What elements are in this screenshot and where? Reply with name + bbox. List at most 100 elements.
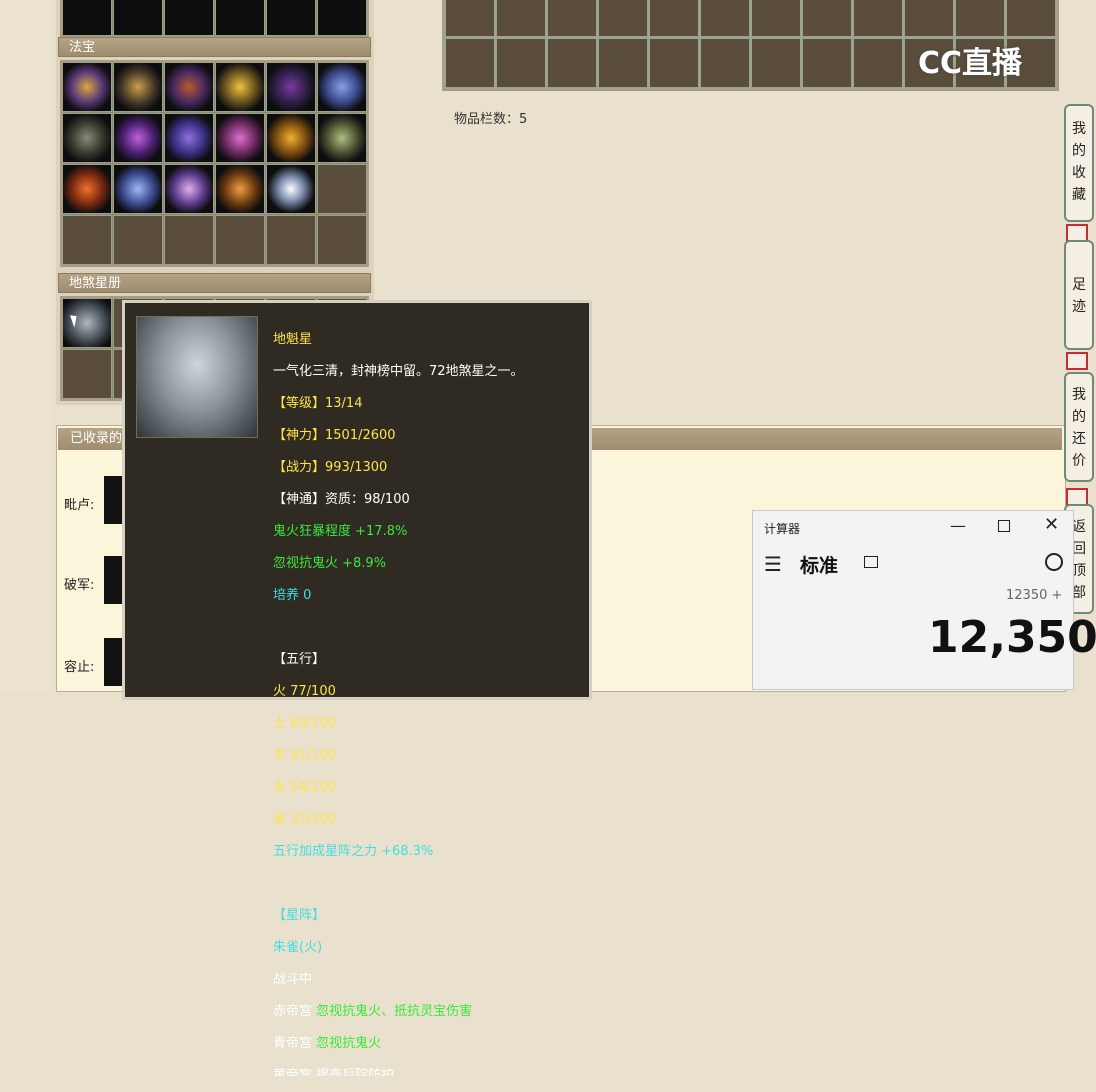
hamburger-menu-icon[interactable]: ☰ [764, 552, 782, 576]
item-slot[interactable] [62, 0, 112, 36]
inventory-slot[interactable] [802, 38, 852, 88]
side-tab-bargain[interactable]: 我的还价 [1064, 372, 1094, 482]
tooltip-desc: 一气化三清，封神榜中留。72地煞星之一。 [273, 364, 524, 379]
fabao-slot[interactable] [113, 164, 163, 214]
item-slot[interactable] [113, 0, 163, 36]
fabao-slot[interactable] [164, 113, 214, 163]
inventory-slot[interactable] [496, 0, 546, 37]
inventory-slot[interactable] [700, 38, 750, 88]
fabao-slot-empty[interactable] [164, 215, 214, 265]
tooltip-name: 地魁星 [273, 332, 313, 347]
calculator-display: 12,350 [928, 612, 1096, 663]
inventory-slot[interactable] [598, 0, 648, 37]
fabao-slot-empty[interactable] [317, 164, 367, 214]
side-tab-label: 我的收藏 [1072, 121, 1086, 203]
fabao-slot[interactable] [266, 62, 316, 112]
inventory-slot[interactable] [496, 38, 546, 88]
fabao-slot[interactable] [215, 164, 265, 214]
palace-partial: 黄帝宫 提高后院防护 [273, 1068, 395, 1076]
side-tab-favorites[interactable]: 我的收藏 [1064, 104, 1094, 222]
palace-effect: 忽视抗鬼火 [316, 1036, 382, 1051]
tooltip-shentong: 【神通】资质：98/100 [273, 492, 410, 507]
fabao-slot-empty[interactable] [113, 215, 163, 265]
inventory-slot[interactable] [751, 0, 801, 37]
wuxing-title: 【五行】 [273, 652, 326, 667]
side-tab-label: 足迹 [1072, 277, 1086, 315]
inventory-slot[interactable] [598, 38, 648, 88]
inventory-slot[interactable] [649, 0, 699, 37]
maximize-icon[interactable] [998, 520, 1010, 532]
fabao-slot[interactable] [62, 62, 112, 112]
fabao-slot[interactable] [215, 62, 265, 112]
calculator-mode: 标准 [800, 555, 839, 577]
fabao-grid [60, 60, 369, 267]
fabao-slot-empty[interactable] [215, 215, 265, 265]
left-margin [0, 0, 52, 690]
collected-row-label: 容止: [64, 660, 95, 675]
item-slot[interactable] [317, 0, 367, 36]
wuxing-fire: 火 77/100 [273, 684, 336, 699]
calculator-title: 计算器 [764, 522, 801, 536]
xingzhen-title: 【星阵】 [273, 908, 326, 923]
inventory-slot[interactable] [700, 0, 750, 37]
cc-live-watermark: CC直播 [918, 46, 1023, 81]
inventory-slot[interactable] [649, 38, 699, 88]
wuxing-water: 水 54/100 [273, 780, 336, 795]
inventory-slot[interactable] [955, 0, 1005, 37]
inventory-slot[interactable] [853, 38, 903, 88]
collected-row-label: 毗卢: [64, 498, 95, 513]
fabao-slot[interactable] [62, 164, 112, 214]
disha-card-slot[interactable] [62, 298, 112, 348]
minimize-icon[interactable]: — [950, 516, 966, 535]
inventory-slot[interactable] [445, 0, 495, 37]
fabao-slot[interactable] [113, 113, 163, 163]
fabao-slot-empty[interactable] [266, 215, 316, 265]
fabao-slot[interactable] [164, 164, 214, 214]
fabao-slot-empty[interactable] [317, 215, 367, 265]
side-tab-footprint[interactable]: 足迹 [1064, 240, 1094, 350]
history-icon[interactable] [1045, 553, 1063, 571]
fabao-slot[interactable] [266, 113, 316, 163]
wuxing-metal: 金 32/100 [273, 812, 336, 827]
side-tab-label: 我的还价 [1072, 387, 1086, 469]
item-slot[interactable] [164, 0, 214, 36]
item-slot[interactable] [215, 0, 265, 36]
inventory-slot[interactable] [904, 0, 954, 37]
collected-row-thumb[interactable] [104, 556, 124, 604]
fabao-section-title: 法宝 [58, 37, 371, 57]
inventory-slot[interactable] [547, 0, 597, 37]
tooltip-text: 地魁星 一气化三清，封神榜中留。72地煞星之一。 【等级】13/14 【神力】1… [273, 316, 524, 1092]
disha-slot[interactable] [62, 349, 112, 399]
tooltip-bonus: 忽视抗鬼火 +8.9% [273, 556, 387, 571]
wuxing-bonus: 五行加成星阵之力 +68.3% [273, 844, 434, 859]
fabao-slot[interactable] [113, 62, 163, 112]
fabao-slot[interactable] [164, 62, 214, 112]
wuxing-wood: 木 91/100 [273, 748, 336, 763]
disha-section-title: 地煞星册 [58, 273, 371, 293]
close-icon[interactable]: ✕ [1044, 514, 1059, 535]
fabao-slot[interactable] [62, 113, 112, 163]
inventory-slot[interactable] [751, 38, 801, 88]
inventory-slot[interactable] [802, 0, 852, 37]
palace-name: 赤帝宫 [273, 1004, 313, 1019]
inventory-slot[interactable] [853, 0, 903, 37]
fabao-slot[interactable] [317, 113, 367, 163]
keep-on-top-icon[interactable] [864, 556, 878, 568]
inventory-count: 物品栏数：5 [454, 112, 528, 127]
wuxing-earth: 土 69/100 [273, 716, 336, 731]
tooltip-shenli: 【神力】1501/2600 [273, 428, 396, 443]
inventory-slot[interactable] [547, 38, 597, 88]
tooltip-bonus: 鬼火狂暴程度 +17.8% [273, 524, 408, 539]
inventory-slot[interactable] [1006, 0, 1056, 37]
collected-row-thumb[interactable] [104, 638, 124, 686]
top-items-grid [60, 0, 369, 38]
fabao-slot[interactable] [317, 62, 367, 112]
fabao-slot[interactable] [266, 164, 316, 214]
item-slot[interactable] [266, 0, 316, 36]
collected-row-thumb[interactable] [104, 476, 124, 524]
tooltip-peiyang: 培养 0 [273, 588, 312, 603]
fabao-slot-empty[interactable] [62, 215, 112, 265]
fabao-slot[interactable] [215, 113, 265, 163]
inventory-slot[interactable] [445, 38, 495, 88]
palace-name: 青帝宫 [273, 1036, 313, 1051]
